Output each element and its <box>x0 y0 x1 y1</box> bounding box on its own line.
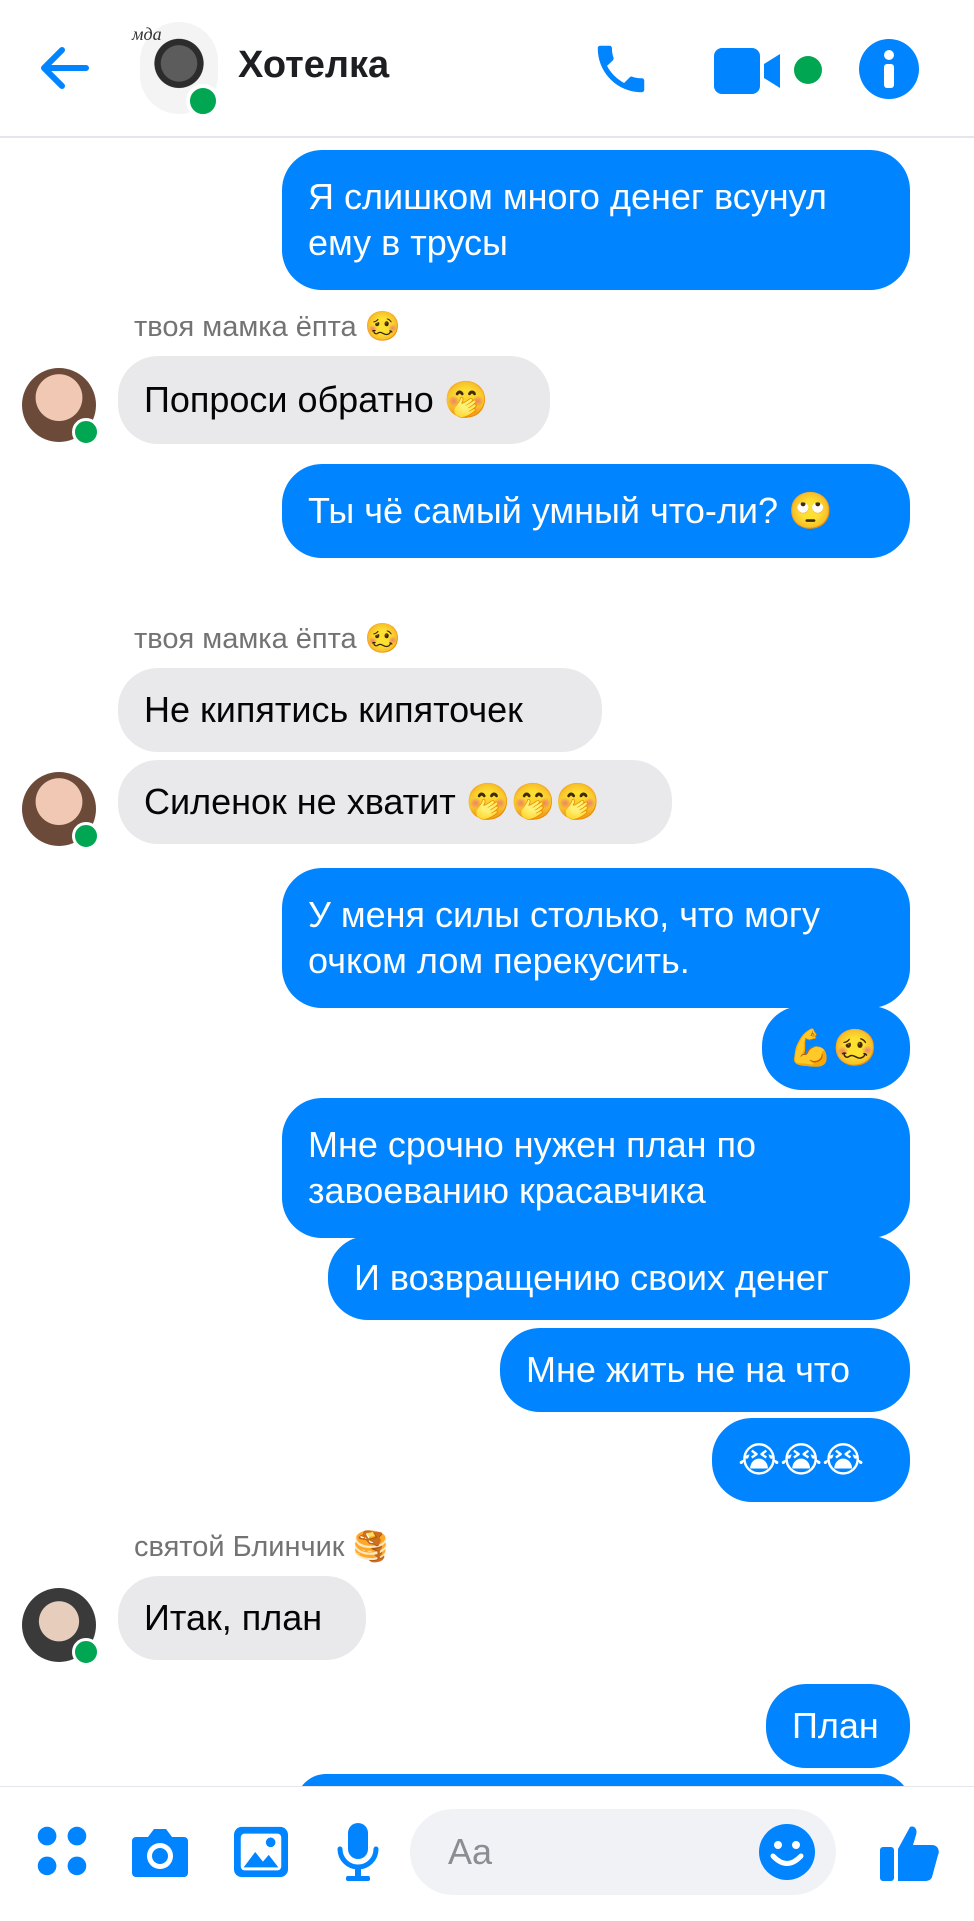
composer-bar <box>0 1786 974 1921</box>
outgoing-message[interactable]: План <box>766 1684 910 1768</box>
video-status-dot <box>794 56 822 84</box>
sender-avatar[interactable] <box>22 1588 100 1666</box>
outgoing-message-partial[interactable] <box>296 1774 910 1786</box>
sender-avatar[interactable] <box>22 772 100 850</box>
outgoing-message[interactable]: И возвращению своих денег <box>328 1236 910 1320</box>
online-indicator <box>72 822 100 850</box>
chat-title[interactable]: Хотелка <box>238 44 389 87</box>
incoming-message[interactable]: Попроси обратно 🤭 <box>118 356 550 444</box>
online-indicator <box>72 1638 100 1666</box>
menu-dots-icon[interactable] <box>34 1823 90 1879</box>
sender-name: твоя мамка ёпта 🥴 <box>134 311 401 343</box>
sender-name: святой Блинчик 🥞 <box>134 1531 389 1563</box>
avatar-caption: мда <box>132 24 162 44</box>
message-list[interactable]: Я слишком много денег всунул ему в трусы… <box>0 138 974 1786</box>
outgoing-message[interactable]: Ты чё самый умный что-ли? 🙄 <box>282 464 910 558</box>
incoming-message[interactable]: Не кипятись кипяточек <box>118 668 602 752</box>
back-arrow-icon[interactable] <box>36 40 92 96</box>
image-icon[interactable] <box>232 1825 290 1879</box>
online-indicator <box>72 418 100 446</box>
incoming-message[interactable]: Силенок не хватит 🤭🤭🤭 <box>118 760 672 844</box>
thumbs-up-icon[interactable] <box>878 1821 942 1885</box>
incoming-message[interactable]: Итак, план <box>118 1576 366 1660</box>
outgoing-message[interactable]: Мне срочно нужен план по завоеванию крас… <box>282 1098 910 1238</box>
sender-avatar[interactable] <box>22 368 100 446</box>
outgoing-message[interactable]: 😭😭😭 <box>712 1418 910 1502</box>
microphone-icon[interactable] <box>336 1821 380 1883</box>
online-indicator <box>186 84 220 118</box>
video-camera-icon[interactable] <box>712 42 784 100</box>
chat-header: мда Хотелка <box>0 0 974 138</box>
info-icon[interactable] <box>858 38 920 100</box>
group-avatar[interactable]: мда <box>132 22 220 118</box>
outgoing-message[interactable]: Мне жить не на что <box>500 1328 910 1412</box>
phone-icon[interactable] <box>590 38 652 100</box>
outgoing-message[interactable]: 💪🥴 <box>762 1006 910 1090</box>
outgoing-message[interactable]: Я слишком много денег всунул ему в трусы <box>282 150 910 290</box>
camera-icon[interactable] <box>130 1825 190 1879</box>
emoji-icon[interactable] <box>758 1823 816 1881</box>
outgoing-message[interactable]: У меня силы столько, что могу очком лом … <box>282 868 910 1008</box>
sender-name: твоя мамка ёпта 🥴 <box>134 623 401 655</box>
